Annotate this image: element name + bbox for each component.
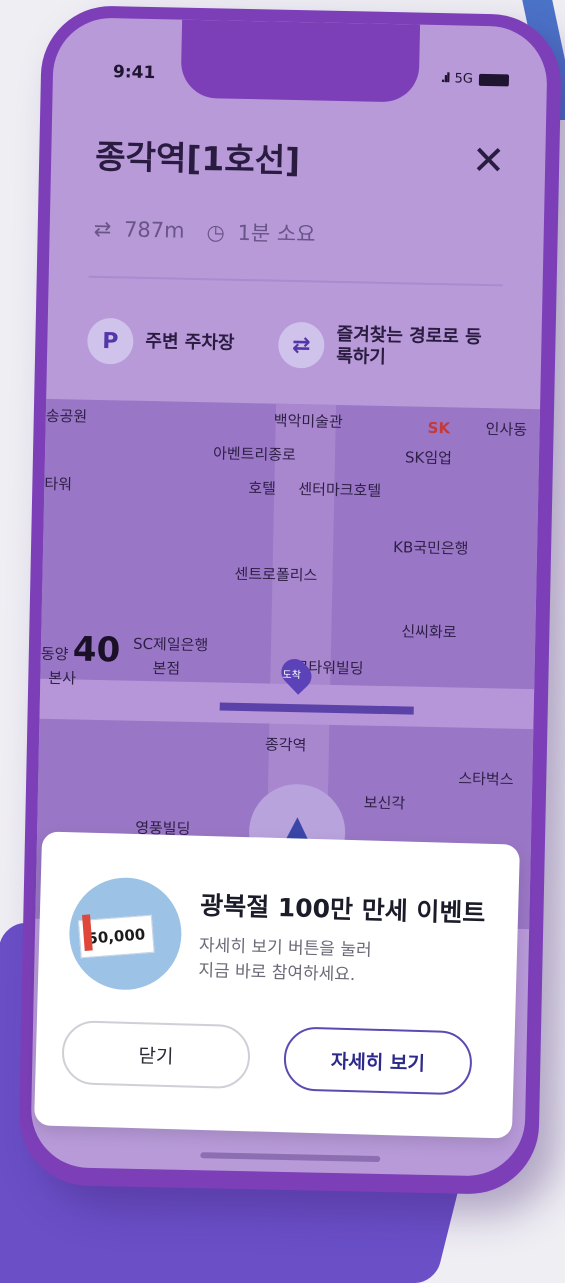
poi-label: 동양 (40, 644, 69, 664)
poi-label: 센트로폴리스 (234, 564, 318, 585)
poi-label: SK임업 (404, 448, 453, 468)
poi-label: 송공원 (45, 406, 88, 426)
status-indicators: .ıl 5G (441, 71, 510, 87)
status-time: 9:41 (112, 62, 156, 84)
poi-label: 신씨화로 (401, 622, 457, 642)
signal-icon: .ıl (440, 71, 449, 87)
poi-label: 백악미술관 (273, 411, 343, 432)
poi-label: 본점 (152, 659, 181, 678)
event-modal: 50,000 광복절 100만 만세 이벤트 자세히 보기 버튼을 눌러 지금 … (33, 831, 521, 1139)
poi-label: 아벤트리종로 (212, 444, 297, 465)
page-title: 종각역[1호선] (94, 136, 301, 181)
divider (88, 275, 503, 287)
poi-label: 본사 (48, 668, 77, 688)
poi-label: 인사동 (485, 420, 528, 439)
battery-icon (478, 73, 510, 86)
duration-value: 1분 소요 (237, 220, 316, 247)
poi-label: KB국민은행 (392, 538, 469, 558)
parking-option[interactable]: P 주변 주차장 (86, 317, 235, 367)
destination-pin-label: 도착 (282, 669, 301, 682)
event-title: 광복절 100만 만세 이벤트 (199, 890, 486, 928)
poi-label: 타워 (44, 474, 73, 494)
options-row: P 주변 주차장 ⇄ 즐겨찾는 경로로 등록하기 (86, 317, 522, 373)
event-desc-line-2: 지금 바로 참여하세요. (198, 960, 356, 985)
parking-label: 주변 주차장 (145, 330, 235, 354)
duration-info: ◷ 1분 소요 (206, 216, 316, 248)
poi-label: SK (427, 418, 451, 438)
parking-icon: P (86, 317, 134, 365)
poi-label: 종각역 (264, 735, 307, 755)
poi-label: 보신각 (363, 793, 406, 813)
route-icon: ⇄ (93, 216, 112, 242)
favorite-route-label: 즐겨찾는 경로로 등록하기 (335, 323, 482, 368)
speed-limit-label: 40 (72, 629, 121, 671)
event-description: 자세히 보기 버튼을 눌러 지금 바로 참여하세요. (198, 934, 372, 988)
poi-label: 스타벅스 (458, 769, 514, 789)
home-indicator (200, 1152, 381, 1163)
distance-value: 787m (123, 217, 185, 243)
clock-icon: ◷ (206, 220, 226, 245)
route-meta: ⇄ 787m ◷ 1분 소요 (93, 214, 315, 249)
phone-notch (180, 19, 421, 103)
close-icon[interactable]: ✕ (471, 138, 505, 185)
poi-label: 센터마크호텔 (298, 480, 382, 500)
favorite-route-icon: ⇄ (277, 321, 325, 369)
close-button[interactable]: 닫기 (61, 1020, 251, 1090)
view-details-button[interactable]: 자세히 보기 (283, 1026, 473, 1096)
poi-label: SC제일은행 (132, 634, 209, 655)
distance-info: ⇄ 787m (93, 217, 184, 243)
poi-label: 호텔 (248, 479, 277, 498)
favorite-route-option[interactable]: ⇄ 즐겨찾는 경로로 등록하기 (277, 321, 487, 372)
event-thumbnail: 50,000 (67, 876, 183, 992)
network-label: 5G (454, 71, 474, 87)
